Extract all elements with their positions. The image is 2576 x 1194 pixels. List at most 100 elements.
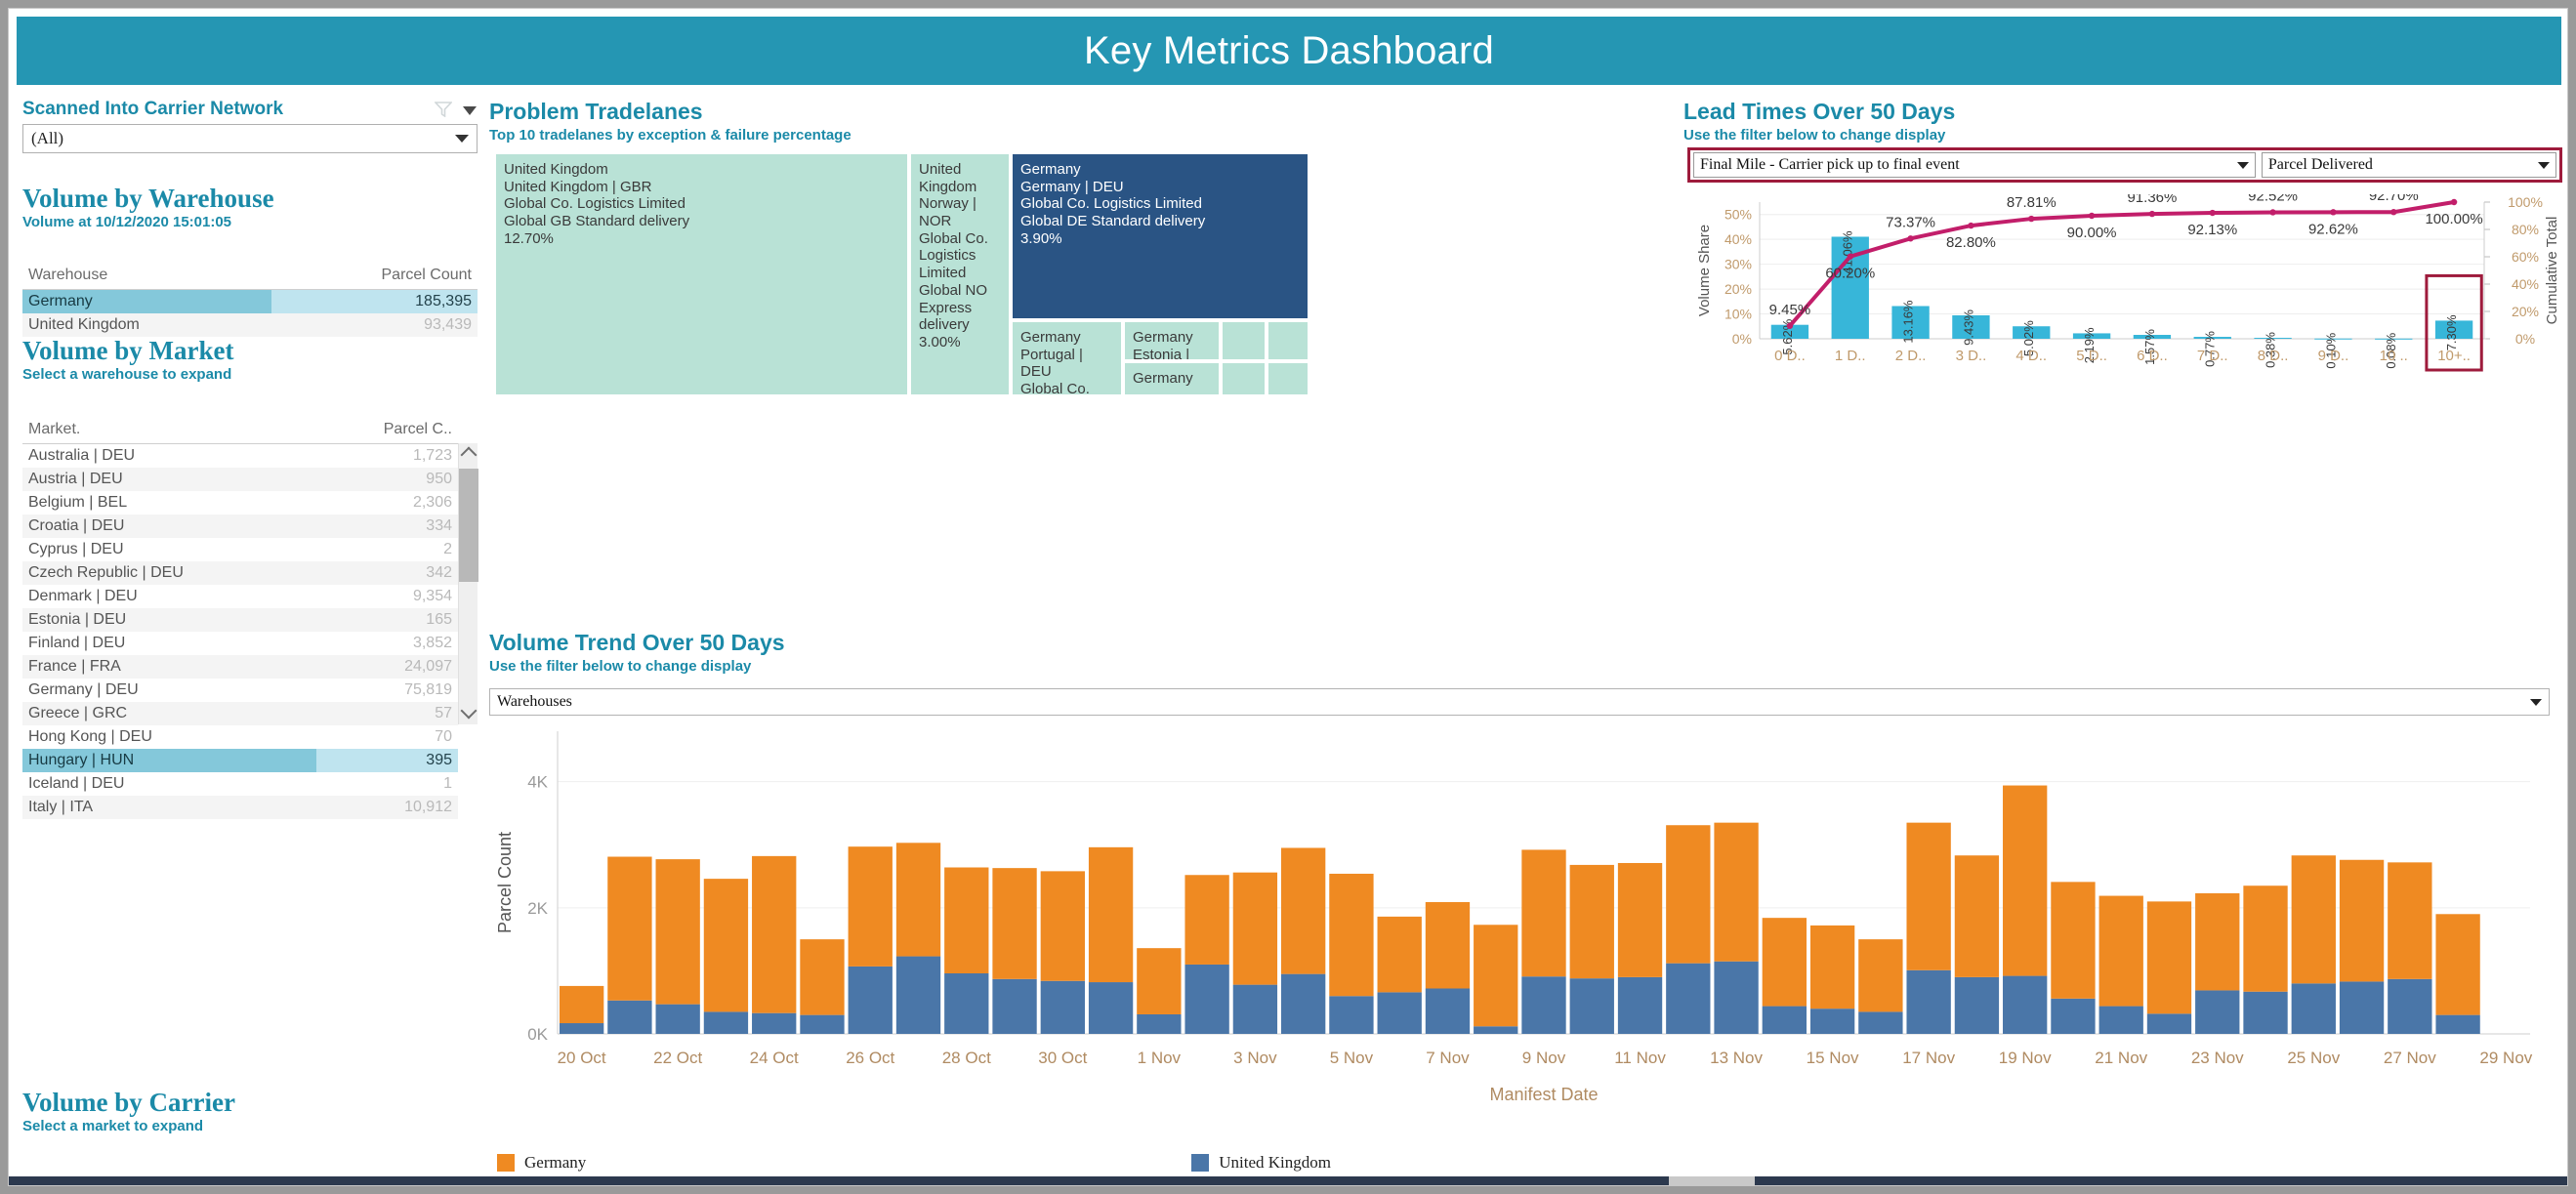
table-row[interactable]: Denmark | DEU 9,354 — [22, 585, 458, 608]
bar-segment[interactable] — [2195, 892, 2240, 991]
treemap-tile[interactable]: Germany Germany | DEU Global Co. Logistics… — [1011, 152, 1309, 320]
bar-segment[interactable] — [1425, 988, 1471, 1035]
bar-segment[interactable] — [752, 855, 797, 1013]
bar-segment[interactable] — [800, 1014, 845, 1034]
bar-segment[interactable] — [1521, 849, 1566, 977]
table-row[interactable]: Italy | ITA 10,912 — [22, 796, 458, 820]
bar-segment[interactable] — [1906, 969, 1951, 1034]
bar-segment[interactable] — [2388, 978, 2432, 1034]
bar-segment[interactable] — [607, 856, 652, 1001]
bar-segment[interactable] — [2098, 895, 2143, 1007]
table-row[interactable]: Finland | DEU 3,852 — [22, 632, 458, 655]
line-point[interactable] — [1968, 222, 1974, 229]
column-header-market[interactable]: Market. — [22, 418, 317, 445]
bar-segment[interactable] — [1040, 871, 1085, 981]
bar-segment[interactable] — [1762, 1006, 1807, 1034]
bar-segment[interactable] — [1137, 948, 1182, 1014]
line-point[interactable] — [2088, 212, 2096, 220]
bar-segment[interactable] — [2388, 862, 2432, 979]
bar-segment[interactable] — [655, 1004, 700, 1034]
bar-segment[interactable] — [655, 859, 700, 1005]
treemap-tile[interactable]: GermanyEstonia | DEU — [1123, 320, 1221, 361]
bar-segment[interactable] — [1474, 1026, 1518, 1034]
bar-segment[interactable] — [2051, 882, 2096, 999]
bar-segment[interactable] — [1569, 864, 1614, 979]
treemap-tile[interactable]: GermanyPortugal | DEUGlobal Co. Logistic… — [1011, 320, 1123, 396]
bar-segment[interactable] — [2291, 855, 2336, 984]
bar-segment[interactable] — [2146, 1013, 2192, 1034]
bar-segment[interactable] — [848, 846, 893, 967]
bar-segment[interactable] — [895, 843, 941, 957]
bar-segment[interactable] — [1762, 918, 1807, 1007]
table-row[interactable]: United Kingdom 93,439 — [22, 313, 478, 338]
legend-item[interactable]: Germany — [497, 1153, 586, 1173]
treemap-tile[interactable] — [1221, 361, 1267, 396]
bar-segment[interactable] — [1474, 925, 1518, 1027]
bar-segment[interactable] — [2195, 990, 2240, 1034]
table-row[interactable]: Iceland | DEU 1 — [22, 772, 458, 796]
bar-segment[interactable] — [1809, 925, 1855, 1009]
bar-segment[interactable] — [2435, 914, 2480, 1015]
bar-segment[interactable] — [2146, 901, 2192, 1014]
bar-segment[interactable] — [1569, 978, 1614, 1034]
table-row[interactable]: Greece | GRC 57 — [22, 702, 458, 726]
bar-segment[interactable] — [1666, 825, 1711, 964]
bar-segment[interactable] — [1954, 976, 2000, 1034]
column-header-warehouse[interactable]: Warehouse — [22, 264, 271, 291]
bar-segment[interactable] — [1714, 822, 1759, 962]
bar-segment[interactable] — [703, 1011, 749, 1034]
column-header-parcel-count[interactable]: Parcel C.. — [316, 418, 458, 445]
bar-segment[interactable] — [1377, 916, 1422, 993]
bar-segment[interactable] — [848, 966, 893, 1034]
line-point[interactable] — [2209, 209, 2216, 217]
line-point[interactable] — [2148, 210, 2156, 218]
table-row[interactable]: Czech Republic | DEU 342 — [22, 561, 458, 586]
scroll-down-icon[interactable] — [460, 702, 478, 720]
bar-segment[interactable] — [800, 939, 845, 1015]
bar-segment[interactable] — [1377, 992, 1422, 1034]
line-point[interactable] — [2269, 209, 2276, 216]
bar-segment[interactable] — [1280, 847, 1326, 974]
treemap-tile[interactable]: Germany — [1123, 361, 1221, 396]
table-row[interactable]: Austria | DEU 950 — [22, 468, 458, 492]
market-table-scrollbar[interactable] — [458, 443, 478, 725]
bar-segment[interactable] — [2243, 991, 2288, 1034]
bar-segment[interactable] — [703, 879, 749, 1012]
chevron-down-icon[interactable] — [462, 103, 478, 115]
bar-segment[interactable] — [1906, 822, 1951, 970]
bar-segment[interactable] — [1040, 980, 1085, 1034]
chevron-down-icon[interactable] — [2538, 161, 2550, 169]
line-point[interactable] — [2028, 215, 2035, 223]
bar-segment[interactable] — [1521, 976, 1566, 1034]
bar-segment[interactable] — [2098, 1006, 2143, 1034]
treemap-tile[interactable]: United Kingdom United Kingdom | GBR Global… — [494, 152, 909, 396]
column-header-parcel-count[interactable]: Parcel Count — [270, 264, 478, 291]
table-row[interactable]: Belgium | BEL 2,306 — [22, 491, 458, 515]
bar-segment[interactable] — [1088, 846, 1134, 983]
chevron-down-icon[interactable] — [455, 135, 469, 143]
line-point[interactable] — [1907, 235, 1914, 242]
treemap-tile[interactable] — [1267, 361, 1309, 396]
line-point[interactable] — [2390, 209, 2397, 216]
table-row[interactable]: France | FRA 24,097 — [22, 655, 458, 679]
scrollbar-thumb[interactable] — [459, 469, 478, 583]
bar-segment[interactable] — [2003, 785, 2048, 976]
bar-segment[interactable] — [944, 867, 989, 974]
bar-segment[interactable] — [1858, 1011, 1903, 1034]
bar-segment[interactable] — [1329, 996, 1374, 1034]
line-point[interactable] — [1786, 322, 1794, 329]
bar-segment[interactable] — [2003, 975, 2048, 1034]
chevron-down-icon[interactable] — [2530, 698, 2542, 706]
bar-segment[interactable] — [992, 978, 1037, 1034]
bar-segment[interactable] — [1329, 873, 1374, 997]
scanned-into-carrier-network-select[interactable]: (All) — [22, 124, 478, 153]
bar-segment[interactable] — [1232, 984, 1278, 1034]
table-row[interactable]: Croatia | DEU 334 — [22, 515, 458, 539]
bar-segment[interactable] — [944, 973, 989, 1034]
bar-segment[interactable] — [2243, 885, 2288, 992]
table-row[interactable]: Hungary | HUN 395 — [22, 749, 458, 773]
lead-times-metric-select[interactable]: Final Mile - Carrier pick up to final ev… — [1693, 152, 2256, 178]
bar-segment[interactable] — [2339, 859, 2385, 982]
bar-segment[interactable] — [559, 985, 604, 1024]
legend-item[interactable]: United Kingdom — [1191, 1153, 1331, 1173]
